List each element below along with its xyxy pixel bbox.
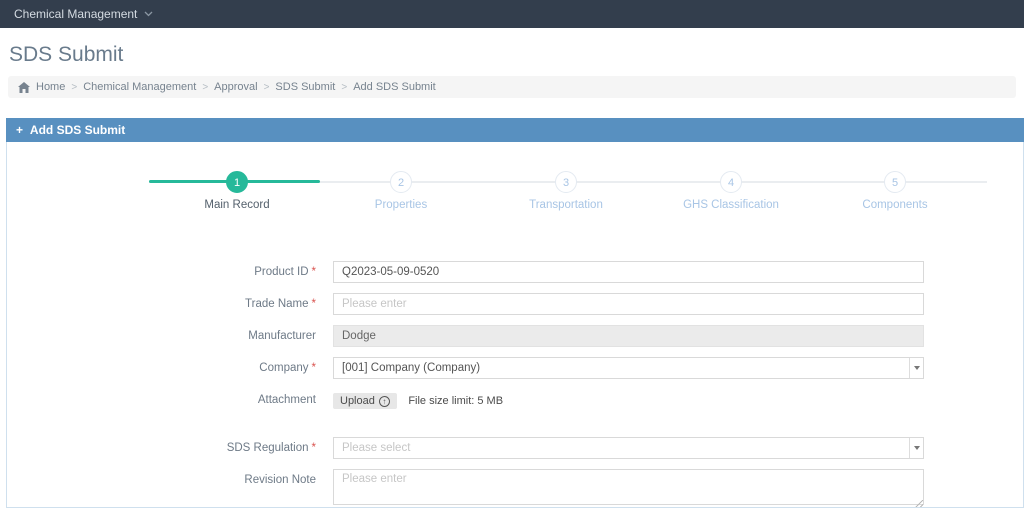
breadcrumb-separator: >: [202, 81, 209, 93]
step-2-number: 2: [390, 171, 412, 193]
form-row-revision-note: Revision Note: [7, 469, 1023, 507]
step-4-label: GHS Classification: [683, 199, 779, 211]
step-3-transportation[interactable]: 3 Transportation: [486, 171, 646, 211]
breadcrumb-item-home[interactable]: Home: [36, 81, 65, 93]
nav-menu-label: Chemical Management: [14, 7, 138, 21]
upload-button[interactable]: Upload ↑: [333, 393, 397, 409]
step-4-ghs-classification[interactable]: 4 GHS Classification: [651, 171, 811, 211]
panel-header: + Add SDS Submit: [6, 118, 1024, 142]
product-id-label: Product ID *: [254, 266, 316, 278]
step-5-number: 5: [884, 171, 906, 193]
manufacturer-label: Manufacturer: [248, 330, 316, 342]
product-id-input[interactable]: [333, 261, 924, 283]
breadcrumb-item-approval[interactable]: Approval: [214, 81, 257, 93]
top-navbar: Chemical Management: [0, 0, 1024, 28]
panel-title: Add SDS Submit: [29, 123, 126, 137]
form-row-manufacturer: Manufacturer: [7, 325, 1023, 347]
file-size-hint: File size limit: 5 MB: [408, 395, 504, 407]
nav-menu-chemical-management[interactable]: Chemical Management: [14, 7, 153, 21]
step-2-label: Properties: [374, 199, 428, 211]
step-3-label: Transportation: [529, 199, 603, 211]
step-3-number: 3: [555, 171, 577, 193]
upload-button-label: Upload: [340, 395, 375, 407]
company-label: Company *: [259, 362, 316, 374]
breadcrumb-item-add-sds-submit: Add SDS Submit: [353, 81, 436, 93]
sds-regulation-placeholder: Please select: [342, 442, 411, 454]
home-icon: [18, 81, 30, 93]
revision-note-label: Revision Note: [244, 474, 316, 486]
step-1-number: 1: [226, 171, 248, 193]
resize-grip[interactable]: [914, 500, 923, 507]
breadcrumb-item-chemical-management[interactable]: Chemical Management: [83, 81, 196, 93]
form-row-company: Company * [001] Company (Company): [7, 357, 1023, 379]
revision-note-textarea[interactable]: [333, 469, 924, 505]
form-row-sds-regulation: SDS Regulation * Please select: [7, 437, 1023, 459]
attachment-label: Attachment: [257, 394, 316, 406]
chevron-down-icon: [144, 11, 153, 17]
breadcrumb: Home > Chemical Management > Approval > …: [8, 76, 1016, 98]
trade-name-input[interactable]: [333, 293, 924, 315]
add-sds-submit-panel: + Add SDS Submit 1 Main Record 2 Propert…: [6, 118, 1024, 508]
dropdown-arrow-icon: [909, 358, 923, 378]
upload-icon: ↑: [378, 395, 390, 407]
required-asterisk: *: [311, 266, 316, 278]
step-4-number: 4: [720, 171, 742, 193]
required-asterisk: *: [311, 362, 316, 374]
step-1-main-record[interactable]: 1 Main Record: [157, 171, 317, 211]
form-row-trade-name: Trade Name *: [7, 293, 1023, 315]
trade-name-label: Trade Name *: [245, 298, 316, 310]
breadcrumb-item-sds-submit[interactable]: SDS Submit: [275, 81, 335, 93]
form-row-attachment: Attachment Upload ↑ File size limit: 5 M…: [7, 389, 1023, 411]
step-1-label: Main Record: [204, 199, 270, 211]
panel-body: 1 Main Record 2 Properties 3 Transportat…: [6, 142, 1024, 508]
breadcrumb-separator: >: [263, 81, 270, 93]
required-asterisk: *: [311, 442, 316, 454]
dropdown-arrow-icon: [909, 438, 923, 458]
step-5-components[interactable]: 5 Components: [815, 171, 975, 211]
step-5-label: Components: [862, 199, 928, 211]
manufacturer-input: [333, 325, 924, 347]
step-2-properties[interactable]: 2 Properties: [321, 171, 481, 211]
company-select-value: [001] Company (Company): [342, 362, 481, 374]
plus-icon: +: [16, 123, 24, 137]
breadcrumb-separator: >: [71, 81, 78, 93]
company-select[interactable]: [001] Company (Company): [333, 357, 924, 379]
breadcrumb-separator: >: [341, 81, 348, 93]
required-asterisk: *: [311, 298, 316, 310]
sds-regulation-select[interactable]: Please select: [333, 437, 924, 459]
sds-regulation-label: SDS Regulation *: [226, 442, 316, 454]
page-title: SDS Submit: [9, 43, 124, 66]
form-row-product-id: Product ID *: [7, 261, 1023, 283]
